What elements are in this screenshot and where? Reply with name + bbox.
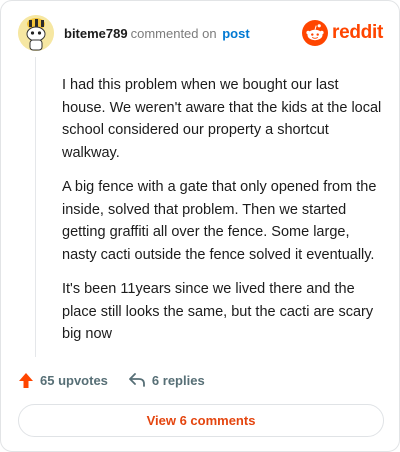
comment-paragraph: It's been 11years since we lived there a… (62, 281, 374, 342)
replies-button[interactable]: 6 replies (128, 372, 205, 388)
comment-paragraph: A big fence with a gate that only opened… (62, 179, 377, 263)
reddit-logo[interactable]: reddit (302, 19, 383, 47)
user-avatar[interactable] (18, 15, 54, 51)
upvote-arrow-icon (19, 372, 33, 388)
commented-on-text: commented on (130, 26, 217, 41)
snoo-avatar-icon (18, 15, 54, 51)
post-link[interactable]: post (222, 26, 249, 41)
comment-card: biteme789 commented on post reddit I had … (0, 0, 400, 452)
view-comments-button[interactable]: View 6 comments (18, 404, 384, 437)
comment-body: I had this problem when we bought our la… (62, 74, 382, 358)
reddit-wordmark: reddit (332, 22, 383, 43)
comment-header: biteme789 commented on post reddit (18, 15, 383, 51)
upvote-count: 65 upvotes (40, 372, 108, 388)
reply-arrow-icon (129, 373, 145, 387)
comment-paragraph: I had this problem when we bought our la… (62, 77, 382, 161)
reply-count: 6 replies (151, 372, 205, 388)
comment-actions: 65 upvotes 6 replies (18, 369, 225, 391)
author-line: biteme789 commented on post (64, 26, 250, 41)
upvote-button[interactable]: 65 upvotes (18, 372, 108, 389)
reddit-icon (302, 20, 329, 46)
thread-line (35, 57, 36, 357)
author-name[interactable]: biteme789 (64, 26, 128, 41)
